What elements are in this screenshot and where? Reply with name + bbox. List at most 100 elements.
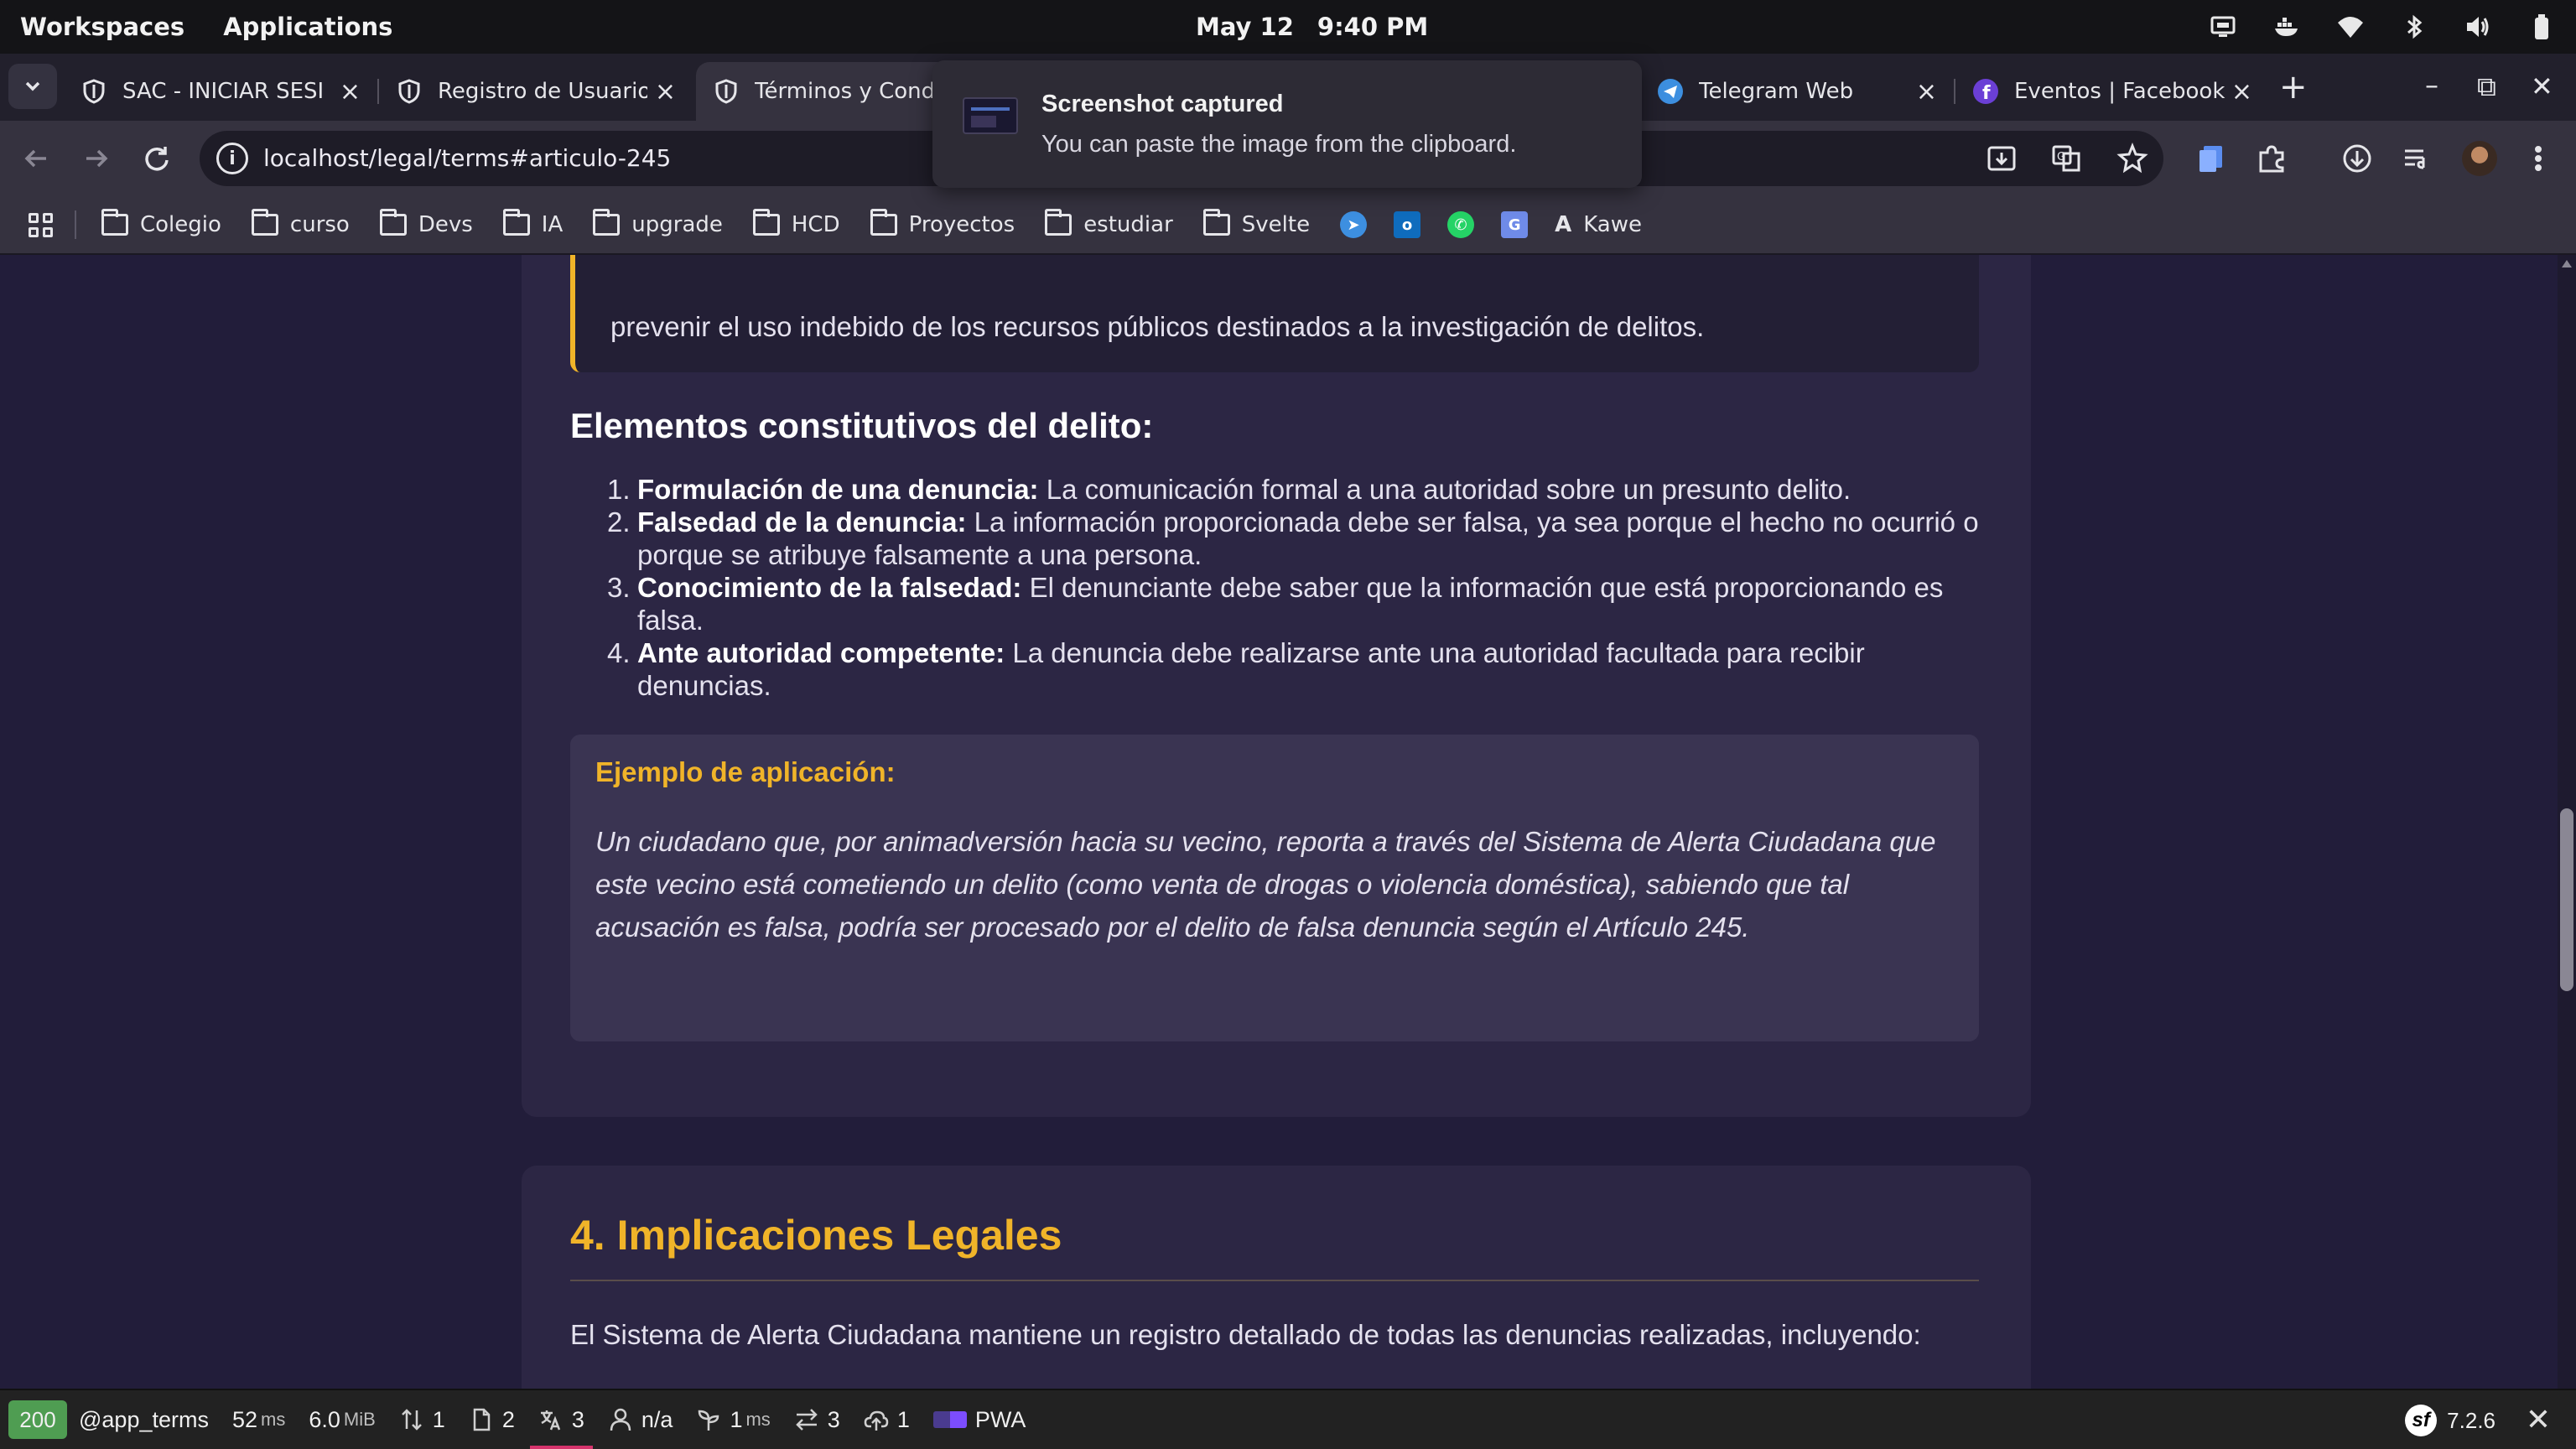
elements-list: 1. Formulación de una denuncia: La comuni… [587,473,1979,702]
extension-button[interactable] [2192,139,2231,178]
outlook-bookmark-icon[interactable]: o [1394,211,1421,238]
shield-icon [713,78,740,105]
close-tab-icon[interactable]: × [1916,77,1937,106]
url-text[interactable]: localhost/legal/terms#articulo-245 [263,131,671,186]
bookmark-folder-proyectos[interactable]: Proyectos [870,209,1015,237]
site-info-icon[interactable]: i [216,143,248,174]
scrollbar-thumb[interactable] [2560,808,2573,991]
system-tray [2209,0,2556,54]
bookmark-folder-colegio[interactable]: Colegio [101,209,221,237]
cloud-upload-icon [864,1410,889,1431]
bluetooth-icon[interactable] [2400,13,2428,41]
new-tab-button[interactable]: + [2279,70,2308,104]
reload-button[interactable] [138,139,176,178]
extensions-button[interactable] [2252,139,2291,178]
playlist-icon [2405,149,2425,169]
back-button[interactable] [17,139,55,178]
list-item: 3. Conocimiento de la falsedad: El denunc… [587,571,1979,636]
list-term: Formulación de una denuncia: [637,474,1039,505]
clock-time: 9:40 PM [1317,13,1429,41]
cache-value: 1 [730,1406,743,1432]
apps-grid-icon[interactable] [29,212,53,237]
volume-icon[interactable] [2464,13,2492,41]
media-button[interactable] [2398,139,2437,178]
close-tab-icon[interactable]: × [340,77,361,106]
quote-text: prevenir el uso indebido de los recursos… [610,311,1705,342]
bookmarks-divider [75,210,76,239]
browser-menu-button[interactable] [2519,139,2558,178]
facebook-icon: f [1972,78,1999,105]
clock[interactable]: May 12 9:40 PM [1196,0,1452,54]
shield-icon [80,78,107,105]
bookmark-folder-estudiar[interactable]: estudiar [1045,209,1173,237]
bookmark-folder-devs[interactable]: Devs [379,209,473,237]
bookmark-folder-upgrade[interactable]: upgrade [593,209,723,237]
route-item[interactable]: @app_terms [67,1389,221,1449]
bookmark-folder-hcd[interactable]: HCD [752,209,840,237]
status-badge[interactable]: 200 [8,1400,67,1439]
security-item[interactable]: n/a [596,1389,685,1449]
forms-item[interactable]: 2 [457,1389,527,1449]
request-time-item[interactable]: 52 ms [221,1389,297,1449]
close-tab-icon[interactable]: × [655,77,676,106]
pwa-item[interactable]: PWA [922,1389,1038,1449]
wifi-icon[interactable] [2336,13,2365,41]
bookmark-label: HCD [791,212,840,237]
battery-icon[interactable] [2527,13,2556,41]
folder-icon [1045,209,1072,236]
page-scrollbar[interactable] [2558,255,2576,1389]
bookmark-folder-curso[interactable]: curso [251,209,350,237]
whatsapp-bookmark-icon[interactable]: ✆ [1447,211,1475,238]
translation-item[interactable]: 3 [527,1389,596,1449]
install-app-icon[interactable] [1986,143,2018,174]
maximize-icon[interactable]: ⧉ [2477,70,2496,103]
elements-heading: Elementos constitutivos del delito: [570,406,1154,445]
bookmark-label: Svelte [1241,212,1311,237]
bookmark-star-icon[interactable] [2116,143,2148,174]
tab-registro-usuario[interactable]: Registro de Usuario × [379,62,691,121]
symfony-version-item[interactable]: sf 7.2.6 [2405,1390,2496,1449]
clock-date: May 12 [1196,13,1294,41]
applications-menu[interactable]: Applications [223,13,392,41]
requests-item[interactable]: 1 [387,1389,457,1449]
translate-bookmark-icon[interactable]: G [1501,211,1529,238]
section-heading: 4. Implicaciones Legales [570,1212,1062,1259]
tab-search-button[interactable] [8,64,57,109]
tab-facebook-eventos[interactable]: f Eventos | Facebook × [1955,62,2267,121]
scroll-up-arrow-icon[interactable] [2562,260,2572,267]
minimize-icon[interactable]: – [2425,69,2438,101]
reload-icon [145,147,169,171]
screenshot-notification[interactable]: Screenshot captured You can paste the im… [932,60,1642,188]
tab-label: Registro de Usuario [438,79,647,104]
uploads-item[interactable]: 1 [852,1389,922,1449]
sprout-icon [699,1410,719,1431]
kawe-logo-icon: A [1555,212,1572,237]
forward-button[interactable] [77,139,116,178]
svg-text:G: G [2057,151,2065,164]
telegram-bookmark-icon[interactable]: ➤ [1340,211,1368,238]
document-icon [473,1408,491,1431]
docker-icon[interactable] [2272,13,2301,41]
tab-label: Telegram Web [1699,79,1854,104]
bookmark-kawe[interactable]: A Kawe [1555,212,1642,237]
downloads-button[interactable] [2338,139,2376,178]
workspaces-menu[interactable]: Workspaces [20,13,184,41]
close-toolbar-icon[interactable]: ✕ [2526,1402,2551,1437]
close-window-icon[interactable]: ✕ [2531,70,2553,102]
list-number: 1. [607,474,631,505]
memory-item[interactable]: 6.0 MiB [297,1389,387,1449]
cache-item[interactable]: 1 ms [684,1389,782,1449]
page-viewport[interactable]: prevenir el uso indebido de los recursos… [0,255,2558,1389]
profile-avatar[interactable] [2462,141,2497,176]
section-paragraph: El Sistema de Alerta Ciudadana mantiene … [570,1319,1921,1350]
close-tab-icon[interactable]: × [2231,77,2252,106]
translate-icon[interactable]: G [2051,143,2083,174]
events-item[interactable]: 3 [782,1389,852,1449]
bookmark-folder-ia[interactable]: IA [502,209,563,237]
tab-telegram-web[interactable]: Telegram Web × [1640,62,1952,121]
display-icon[interactable] [2209,13,2237,41]
tab-sac-login[interactable]: SAC - INICIAR SESIÓN × [64,62,376,121]
list-item: 1. Formulación de una denuncia: La comuni… [587,473,1979,506]
omnibox-actions: G [1986,143,2148,174]
bookmark-folder-svelte[interactable]: Svelte [1202,209,1311,237]
